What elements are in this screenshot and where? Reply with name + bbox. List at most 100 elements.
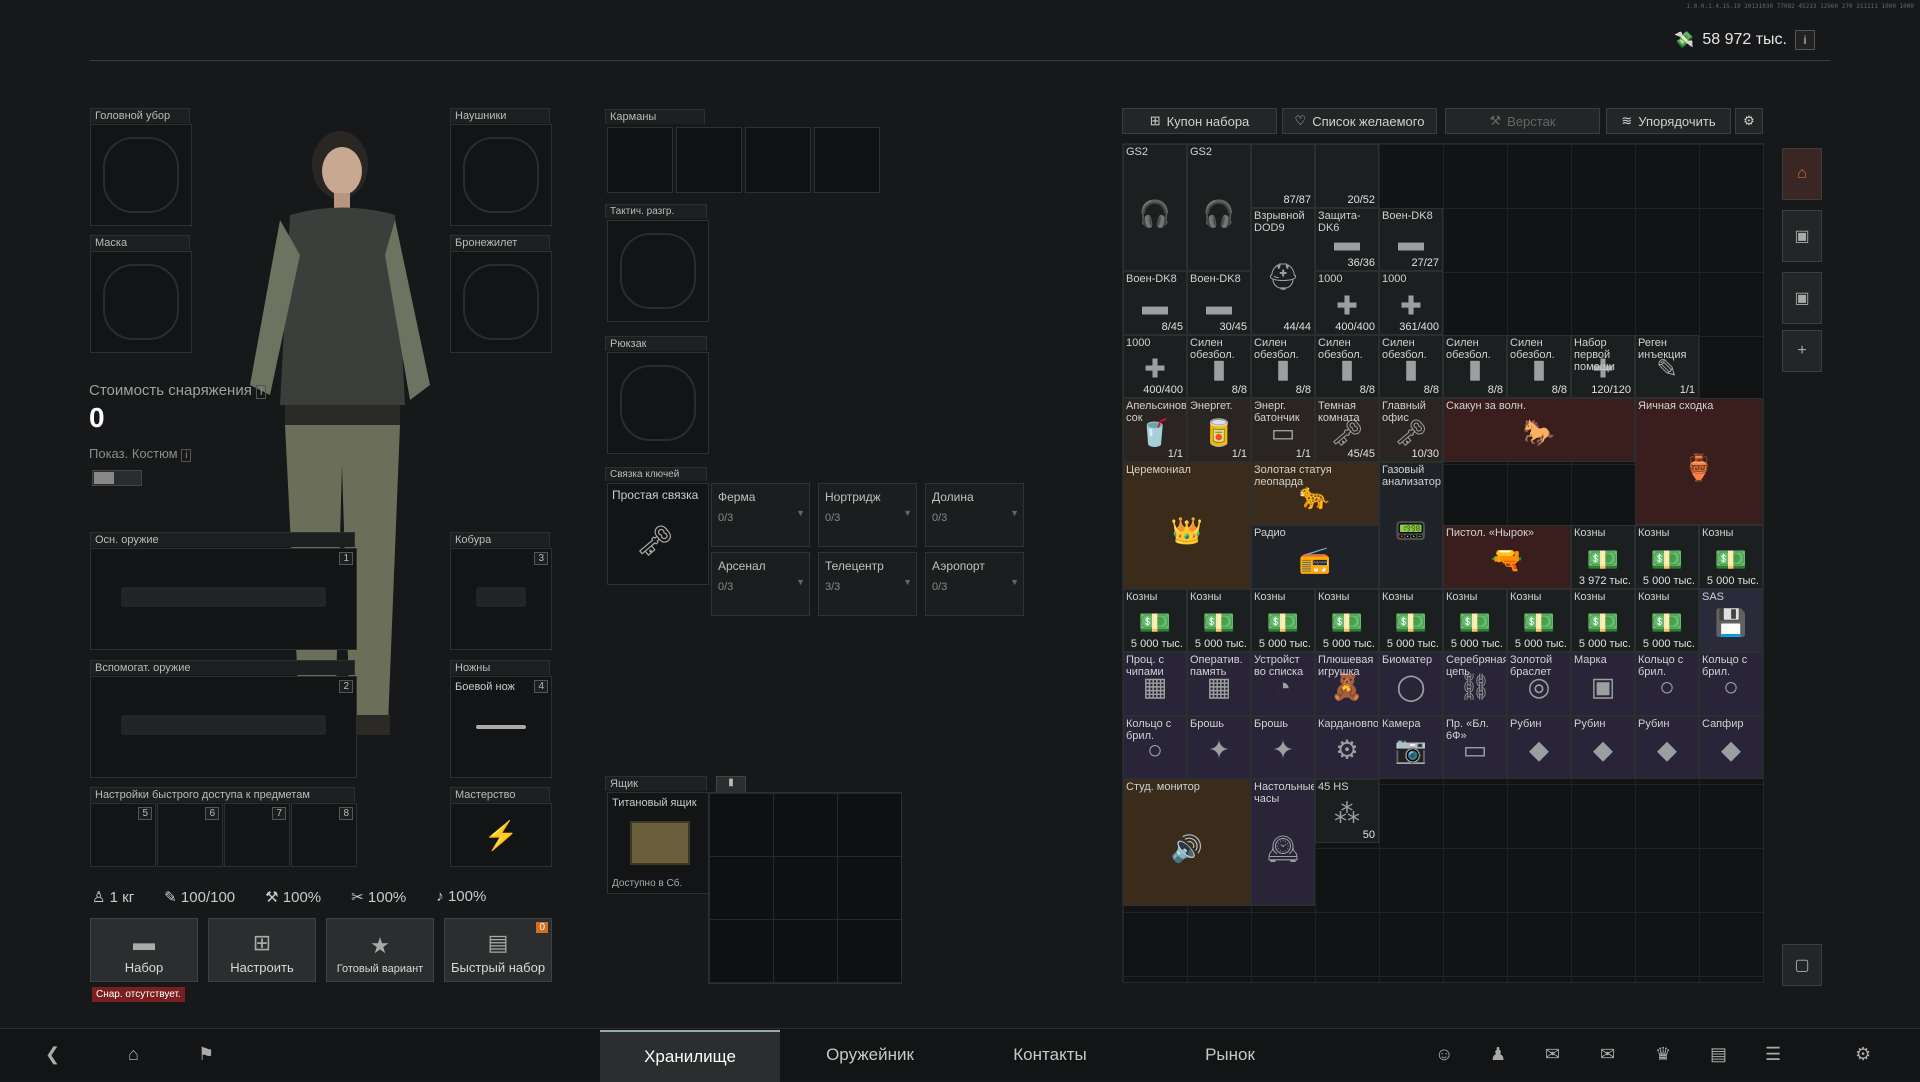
- rig-slot[interactable]: [607, 220, 709, 322]
- storage-item[interactable]: 💵 Козны 5 000 тыс.: [1379, 588, 1443, 652]
- storage-item[interactable]: 87/87: [1251, 144, 1315, 208]
- home-icon[interactable]: ⌂: [128, 1044, 139, 1065]
- storage-item[interactable]: ○ Кольцо с брил.: [1699, 652, 1763, 716]
- quick-loadout-button[interactable]: ▤ Быстрый набор 0: [444, 918, 552, 982]
- storage-item[interactable]: ⁂ 45 HS 50: [1315, 779, 1379, 843]
- headphones-slot[interactable]: [450, 124, 552, 226]
- settings-icon[interactable]: ⚙: [1855, 1044, 1871, 1065]
- storage-tab-2-icon[interactable]: ▣: [1782, 210, 1822, 262]
- storage-item[interactable]: ⚙ Кардановподвес: [1315, 715, 1379, 779]
- trophy-icon[interactable]: ♛: [1655, 1044, 1671, 1065]
- quick-slot-6[interactable]: 6: [157, 803, 223, 867]
- storage-item[interactable]: 🏺 Яичная сходка: [1635, 398, 1763, 525]
- storage-item[interactable]: ▬ Защита-DK6 36/36: [1315, 207, 1379, 271]
- key-slot-northridge[interactable]: Нортридж 0/3 ▼: [818, 483, 917, 547]
- storage-item[interactable]: ▦ Оператив. память: [1187, 652, 1251, 716]
- quick-slot-7[interactable]: 7: [224, 803, 290, 867]
- storage-tab-3-icon[interactable]: ▣: [1782, 272, 1822, 324]
- storage-item[interactable]: ▮ Силен обезбол. 8/8: [1315, 334, 1379, 398]
- costume-info-icon[interactable]: i: [181, 449, 192, 462]
- storage-item[interactable]: ▮ Силен обезбол. 8/8: [1379, 334, 1443, 398]
- storage-item[interactable]: 🔊 Студ. монитор: [1123, 779, 1251, 906]
- storage-item[interactable]: 💵 Козны 5 000 тыс.: [1315, 588, 1379, 652]
- storage-item[interactable]: 🎧 GS2: [1123, 144, 1187, 271]
- flag-icon[interactable]: ⚑: [198, 1044, 214, 1065]
- storage-item[interactable]: 💵 Козны 5 000 тыс.: [1123, 588, 1187, 652]
- tasks-icon[interactable]: ☰: [1765, 1044, 1781, 1065]
- storage-item[interactable]: ○ Кольцо с брил.: [1635, 652, 1699, 716]
- tab-contacts[interactable]: Контакты: [960, 1030, 1140, 1080]
- storage-item[interactable]: ✚ 1000 361/400: [1379, 271, 1443, 335]
- back-icon[interactable]: ❮: [45, 1044, 60, 1065]
- key-slot-valley[interactable]: Долина 0/3 ▼: [925, 483, 1024, 547]
- storage-item[interactable]: ▬ Воен-DK8 8/45: [1123, 271, 1187, 335]
- chat-icon[interactable]: ✉: [1545, 1044, 1560, 1065]
- storage-item[interactable]: 💵 Козны 5 000 тыс.: [1635, 588, 1699, 652]
- storage-item[interactable]: 💵 Козны 5 000 тыс.: [1187, 588, 1251, 652]
- storage-item[interactable]: ✎ Реген инъекция 1/1: [1635, 334, 1699, 398]
- storage-item[interactable]: ▮ Силен обезбол. 8/8: [1251, 334, 1315, 398]
- mastery-slot[interactable]: ⚡: [450, 803, 552, 867]
- mask-slot[interactable]: [90, 251, 192, 353]
- pocket-slot[interactable]: [745, 127, 811, 193]
- squad-icon[interactable]: ☺: [1435, 1044, 1453, 1065]
- configure-button[interactable]: ⊞ Настроить: [208, 918, 316, 982]
- storage-item[interactable]: ▬ Воен-DK8 30/45: [1187, 271, 1251, 335]
- document-icon[interactable]: ▤: [1710, 1044, 1727, 1065]
- storage-item[interactable]: 💵 Козны 5 000 тыс.: [1443, 588, 1507, 652]
- tab-gunsmith[interactable]: Оружейник: [780, 1030, 960, 1080]
- storage-item[interactable]: 💵 Козны 5 000 тыс.: [1699, 525, 1763, 589]
- storage-item[interactable]: ◯ Биоматер: [1379, 652, 1443, 716]
- storage-item[interactable]: ◆ Рубин: [1507, 715, 1571, 779]
- storage-item[interactable]: 💵 Козны 3 972 тыс.: [1571, 525, 1635, 589]
- profile-icon[interactable]: ♟: [1490, 1044, 1506, 1065]
- storage-item[interactable]: 🐎 Скакун за волн.: [1443, 398, 1635, 462]
- storage-item[interactable]: ▭ Энерг. батончик 1/1: [1251, 398, 1315, 462]
- storage-item[interactable]: ✚ Набор первой помощи 120/120: [1571, 334, 1635, 398]
- storage-item[interactable]: 👑 Церемониал: [1123, 461, 1251, 589]
- add-storage-tab-icon[interactable]: +: [1782, 330, 1822, 372]
- sort-button[interactable]: ≋ Упорядочить: [1606, 108, 1731, 134]
- settings-gear-icon[interactable]: ⚙: [1735, 108, 1763, 134]
- pocket-slot[interactable]: [814, 127, 880, 193]
- storage-item[interactable]: 🗝 Главный офис 10/30: [1379, 398, 1443, 462]
- storage-item[interactable]: ▣ Марка: [1571, 652, 1635, 716]
- storage-item[interactable]: 💵 Козны 5 000 тыс.: [1571, 588, 1635, 652]
- storage-item[interactable]: ✦ Брошь: [1251, 715, 1315, 779]
- storage-item[interactable]: 🐆 Золотая статуя леопарда: [1251, 461, 1379, 525]
- storage-tab-home-icon[interactable]: ⌂: [1782, 148, 1822, 200]
- storage-item[interactable]: ⛓ Серебряная цепь: [1443, 652, 1507, 716]
- storage-item[interactable]: ▬ Воен-DK8 27/27: [1379, 207, 1443, 271]
- storage-item[interactable]: ◆ Рубин: [1571, 715, 1635, 779]
- storage-item[interactable]: ▮ Силен обезбол. 8/8: [1187, 334, 1251, 398]
- storage-item[interactable]: ◆ Рубин: [1635, 715, 1699, 779]
- storage-item[interactable]: 🥤Апельсиновый сок1/1: [1123, 398, 1187, 462]
- workbench-button[interactable]: ⚒ Верстак: [1445, 108, 1600, 134]
- sheath-slot[interactable]: Боевой нож 4: [450, 676, 552, 778]
- storage-item[interactable]: ◔ Устройст во списка: [1251, 652, 1315, 716]
- quick-slot-5[interactable]: 5: [90, 803, 156, 867]
- wishlist-button[interactable]: ♡ Список желаемого: [1282, 108, 1437, 134]
- keyring-slot[interactable]: Простая связка 🗝: [607, 483, 709, 585]
- costume-toggle[interactable]: [92, 470, 142, 486]
- storage-item[interactable]: 💾 SAS: [1699, 588, 1763, 652]
- storage-item[interactable]: 🥫 Энергет. 1/1: [1187, 398, 1251, 462]
- key-slot-tv-station[interactable]: Телецентр 3/3 ▼: [818, 552, 917, 616]
- storage-item[interactable]: 📷 Камера: [1379, 715, 1443, 779]
- storage-item[interactable]: 20/52: [1315, 144, 1379, 208]
- storage-item[interactable]: ✚ 1000 400/400: [1315, 271, 1379, 335]
- key-slot-farm[interactable]: Ферма 0/3 ▼: [711, 483, 810, 547]
- vest-slot[interactable]: [450, 251, 552, 353]
- titan-box-slot[interactable]: Титановый ящик Доступно в Сб.: [607, 792, 709, 894]
- key-slot-arsenal[interactable]: Арсенал 0/3 ▼: [711, 552, 810, 616]
- storage-grid[interactable]: 🎧 GS2 🎧 GS2 87/87 20/52 ⛑ Взрывной DOD9 44/44 ▬ За…: [1122, 143, 1764, 983]
- storage-item[interactable]: 🗝 Темная комната 45/45: [1315, 398, 1379, 462]
- storage-item[interactable]: 🧸 Плюшевая игрушка: [1315, 652, 1379, 716]
- storage-item[interactable]: 💵 Козны 5 000 тыс.: [1507, 588, 1571, 652]
- storage-item[interactable]: ▮ Силен обезбол. 8/8: [1507, 334, 1571, 398]
- quick-slot-8[interactable]: 8: [291, 803, 357, 867]
- ready-loadout-button[interactable]: ★ Готовый вариант: [326, 918, 434, 982]
- storage-item[interactable]: 💵 Козны 5 000 тыс.: [1251, 588, 1315, 652]
- tab-storage[interactable]: Хранилище: [600, 1030, 780, 1082]
- storage-item[interactable]: ○ Кольцо с брил.: [1123, 715, 1187, 779]
